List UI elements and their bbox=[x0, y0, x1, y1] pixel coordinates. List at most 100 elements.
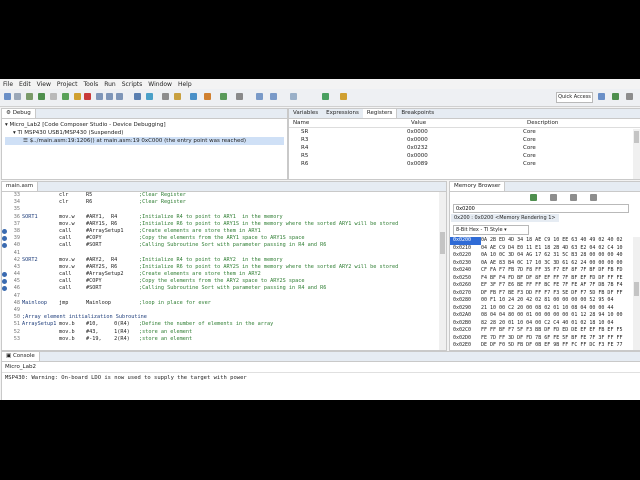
source-line[interactable]: 41 bbox=[2, 250, 438, 257]
memory-address-input[interactable] bbox=[453, 204, 629, 213]
search-icon[interactable] bbox=[190, 93, 197, 100]
step-return-icon[interactable] bbox=[116, 93, 123, 100]
terminate-icon[interactable] bbox=[84, 93, 91, 100]
source-line[interactable]: 51 ArraySetup1 mov.b #10, 0(R4) ;Define the … bbox=[2, 321, 438, 328]
menu-help[interactable]: Help bbox=[175, 81, 195, 88]
source-line[interactable]: 37 mov.w #ARY1S, R6 ;Initialize R6 to point… bbox=[2, 221, 438, 228]
debug-icon[interactable] bbox=[38, 93, 45, 100]
tab-registers[interactable]: Registers bbox=[362, 109, 398, 118]
source-line[interactable]: 39 call #COPY ;Copy the elements from the A… bbox=[2, 235, 438, 242]
memory-icon[interactable] bbox=[162, 93, 169, 100]
memory-row[interactable]: 0x0240 CF FA F7 FB 7D F8 FF 35 F7 EF 8F 7… bbox=[450, 267, 632, 275]
memory-row[interactable]: 0x0250 F4 BF F4 FD BF DF 8F EF FF 7F BF E… bbox=[450, 275, 632, 283]
edit-perspective-icon[interactable] bbox=[626, 93, 633, 100]
menu-run[interactable]: Run bbox=[101, 81, 119, 88]
nav-forward-icon[interactable] bbox=[270, 93, 277, 100]
tab-console[interactable]: ▣ Console bbox=[2, 352, 40, 361]
source-line[interactable]: 34 clr R6 ;Clear Register bbox=[2, 199, 438, 206]
memory-row[interactable]: 0x02B0 82 28 20 01 10 04 00 C2 C4 40 01 0… bbox=[450, 320, 632, 328]
memory-row[interactable]: 0x02C0 FF FF BF F7 5F F3 BB DF FD ED DE E… bbox=[450, 327, 632, 335]
menu-scripts[interactable]: Scripts bbox=[119, 81, 146, 88]
step-over-icon[interactable] bbox=[106, 93, 113, 100]
tab-main-asm[interactable]: main.asm bbox=[2, 182, 39, 191]
line-comment: ;Initialize R4 to point to ARY1 in the m… bbox=[139, 213, 283, 220]
nav-back-icon[interactable] bbox=[256, 93, 263, 100]
export-icon[interactable] bbox=[550, 194, 557, 201]
source-line[interactable]: 43 mov.w #ARY2S, R6 ;Initialize R6 to point… bbox=[2, 264, 438, 271]
import-icon[interactable] bbox=[570, 194, 577, 201]
source-line[interactable]: 35 bbox=[2, 206, 438, 213]
memory-row[interactable]: 0x0260 EF 3F F7 E6 BE FF FF BC FE 7F FE A… bbox=[450, 282, 632, 290]
debug-target[interactable]: ▾ TI MSP430 USB1/MSP430 (Suspended) bbox=[5, 129, 284, 137]
tab-variables[interactable]: Variables bbox=[289, 109, 322, 118]
memory-rendering-tab[interactable]: 0x200 : 0x0200 <Memory Rendering 1> bbox=[451, 214, 559, 222]
registers-scrollbar[interactable] bbox=[633, 129, 640, 179]
tab-breakpoints[interactable]: Breakpoints bbox=[397, 109, 438, 118]
register-row[interactable]: R3 0x0000 Core bbox=[289, 136, 640, 144]
source-line[interactable]: 50 ;Array element initialization Subrouti… bbox=[2, 314, 438, 321]
suspend-icon[interactable] bbox=[74, 93, 81, 100]
memory-row[interactable]: 0x0290 21 10 00 C2 20 00 08 02 01 10 08 0… bbox=[450, 305, 632, 313]
editor-scrollbar[interactable] bbox=[439, 192, 446, 350]
source-line[interactable]: 42 SORT2 mov.w #ARY2, R4 ;Initialize R4 to p… bbox=[2, 257, 438, 264]
wand-icon[interactable] bbox=[340, 93, 347, 100]
register-row[interactable]: R4 0x0232 Core bbox=[289, 144, 640, 152]
memory-row[interactable]: 0x0220 0A 10 0C 3D 04 AG 17 62 31 5C B3 2… bbox=[450, 252, 632, 260]
memory-row[interactable]: 0x0210 04 AE C9 D4 E0 11 E1 18 2B 4D 63 E… bbox=[450, 245, 632, 253]
memory-row[interactable]: 0x02D0 FE 7D FF 3D DF FD 7B 6F FE 5F BF F… bbox=[450, 335, 632, 343]
menu-project[interactable]: Project bbox=[54, 81, 81, 88]
register-row[interactable]: R5 0x0000 Core bbox=[289, 152, 640, 160]
tab-expressions[interactable]: Expressions bbox=[322, 109, 363, 118]
reset-icon[interactable] bbox=[134, 93, 141, 100]
source-line[interactable]: 38 call #ArraySetup1 ;Create elements are s… bbox=[2, 228, 438, 235]
save-icon[interactable] bbox=[14, 93, 21, 100]
memory-row[interactable]: 0x0280 00 F1 10 24 20 42 02 81 00 00 00 0… bbox=[450, 297, 632, 305]
restart-icon[interactable] bbox=[50, 93, 57, 100]
source-line[interactable]: 40 call #SORT ;Calling Subroutine Sort with… bbox=[2, 242, 438, 249]
menu-view[interactable]: View bbox=[34, 81, 54, 88]
new-icon[interactable] bbox=[4, 93, 11, 100]
tools-icon[interactable] bbox=[204, 93, 211, 100]
go-icon[interactable] bbox=[530, 194, 537, 201]
globe-icon[interactable] bbox=[322, 93, 329, 100]
source-line[interactable]: 45 call #COPY ;Copy the elements from the A… bbox=[2, 278, 438, 285]
menu-file[interactable]: File bbox=[0, 81, 16, 88]
source-line[interactable]: 36 SORT1 mov.w #ARY1, R4 ;Initialize R4 to p… bbox=[2, 214, 438, 221]
memory-row[interactable]: 0x0200 0A 2B ED 4D 34 18 AE C9 10 EE 63 4… bbox=[450, 237, 632, 245]
run-icon[interactable] bbox=[220, 93, 227, 100]
source-line[interactable]: 49 bbox=[2, 307, 438, 314]
perspective-icon[interactable] bbox=[598, 93, 605, 100]
quick-access-input[interactable]: Quick Access bbox=[556, 92, 593, 103]
memory-row[interactable]: 0x0270 DF FB F7 BE F3 DD FF F7 F3 5E DF F… bbox=[450, 290, 632, 298]
register-row[interactable]: SR 0x0000 Core bbox=[289, 128, 640, 136]
source-line[interactable]: 53 mov.b #-19, 2(R4) ;store an element bbox=[2, 336, 438, 343]
tab-memory-browser[interactable]: Memory Browser bbox=[450, 182, 506, 191]
memory-scrollbar[interactable] bbox=[633, 237, 640, 350]
memory-row[interactable]: 0x02E0 DE DF F0 5D FB DF 0B EF 9B FF FC F… bbox=[450, 342, 632, 350]
pin-icon[interactable] bbox=[290, 93, 297, 100]
source-line[interactable]: 46 call #SORT ;Calling Subroutine Sort with… bbox=[2, 285, 438, 292]
memory-format-select[interactable]: 8-Bit Hex - TI Style ▾ bbox=[453, 225, 529, 235]
debug-stack-frame[interactable]: ☰ $../main.asm:19:1206() at main.asm:19 … bbox=[5, 137, 284, 145]
tab-debug[interactable]: ⚙ Debug bbox=[2, 109, 36, 118]
source-line[interactable]: 44 call #ArraySetup2 ;Create elements are s… bbox=[2, 271, 438, 278]
debug-perspective-icon[interactable] bbox=[612, 93, 619, 100]
refresh-icon[interactable] bbox=[590, 194, 597, 201]
register-row[interactable]: R6 0x0089 Core bbox=[289, 160, 640, 168]
target-icon[interactable] bbox=[146, 93, 153, 100]
source-line[interactable]: 47 bbox=[2, 293, 438, 300]
debug-session[interactable]: ▾ Micro_Lab2 [Code Composer Studio - Dev… bbox=[5, 121, 284, 129]
step-into-icon[interactable] bbox=[96, 93, 103, 100]
source-line[interactable]: 33 clr R5 ;Clear Register bbox=[2, 192, 438, 199]
source-line[interactable]: 48 Mainloop jmp Mainloop ;loop in place for … bbox=[2, 300, 438, 307]
resume-icon[interactable] bbox=[62, 93, 69, 100]
memory-row[interactable]: 0x02A0 08 04 04 80 00 01 00 00 00 00 01 1… bbox=[450, 312, 632, 320]
menu-edit[interactable]: Edit bbox=[16, 81, 34, 88]
source-line[interactable]: 52 mov.b #43, 1(R4) ;store an element bbox=[2, 329, 438, 336]
menu-window[interactable]: Window bbox=[145, 81, 175, 88]
build-icon[interactable] bbox=[26, 93, 33, 100]
folder-icon[interactable] bbox=[174, 93, 181, 100]
settings-icon[interactable] bbox=[236, 93, 243, 100]
memory-row[interactable]: 0x0230 0A AE 83 B4 0C 17 10 3C 3D 61 62 2… bbox=[450, 260, 632, 268]
menu-tools[interactable]: Tools bbox=[80, 81, 101, 88]
